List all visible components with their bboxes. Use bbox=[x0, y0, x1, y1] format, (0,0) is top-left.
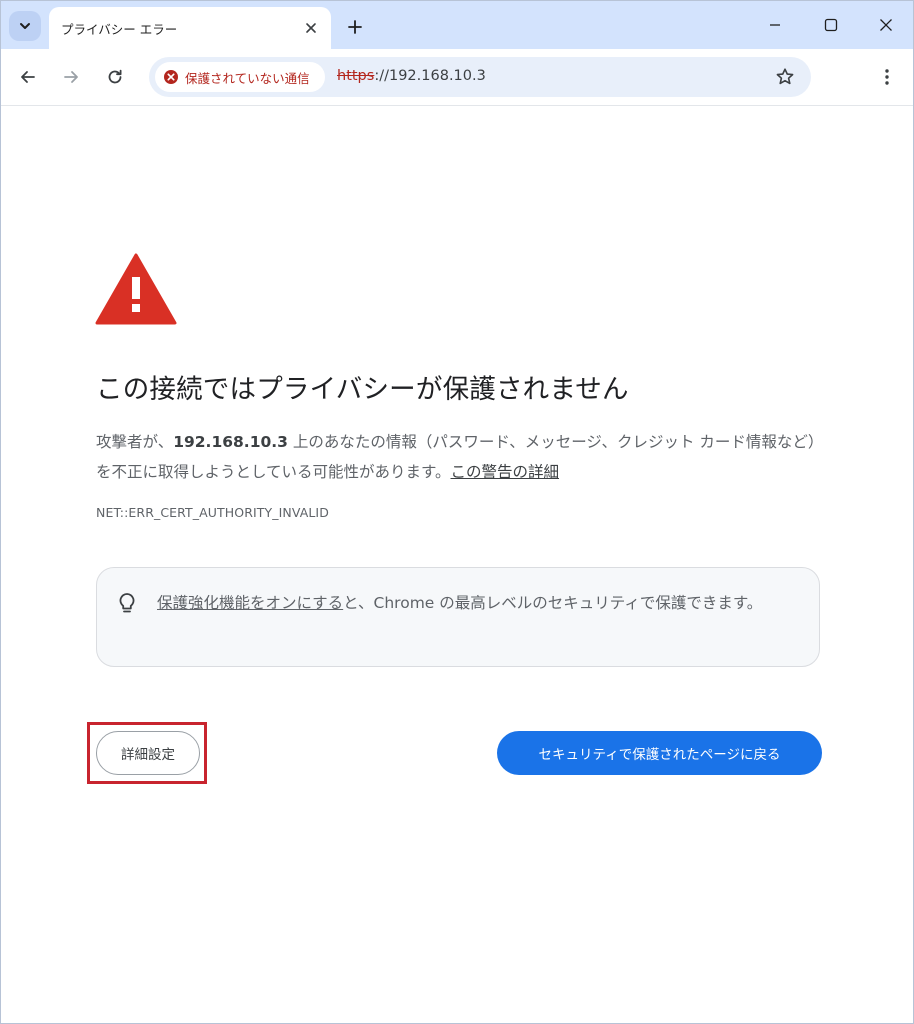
error-code: NET::ERR_CERT_AUTHORITY_INVALID bbox=[96, 505, 329, 520]
minimize-button[interactable] bbox=[757, 9, 793, 41]
security-chip-label: 保護されていない通信 bbox=[185, 70, 310, 86]
description-prefix: 攻撃者が、 bbox=[96, 433, 174, 451]
three-dots-vertical-icon bbox=[885, 69, 889, 85]
details-button[interactable]: 詳細設定 bbox=[96, 731, 200, 775]
close-icon bbox=[880, 19, 892, 31]
arrow-left-icon bbox=[21, 71, 35, 83]
bookmark-button[interactable] bbox=[773, 65, 797, 89]
tab-close-button[interactable] bbox=[299, 16, 323, 40]
warning-description: 攻撃者が、192.168.10.3 上のあなたの情報（パスワード、メッセージ、ク… bbox=[96, 427, 826, 487]
tab-active[interactable]: プライバシー エラー bbox=[49, 7, 331, 49]
new-tab-button[interactable] bbox=[341, 13, 369, 41]
enhanced-protection-rest: と、Chrome の最高レベルのセキュリティで保護できます。 bbox=[343, 594, 763, 612]
lightbulb-icon bbox=[119, 593, 135, 613]
address-bar[interactable]: 保護されていない通信 https://192.168.10.3 bbox=[149, 57, 811, 97]
reload-button[interactable] bbox=[99, 61, 131, 93]
star-icon bbox=[776, 68, 794, 85]
enhanced-protection-box: 保護強化機能をオンにすると、Chrome の最高レベルのセキュリティで保護できま… bbox=[96, 567, 820, 667]
page-title: この接続ではプライバシーが保護されません bbox=[96, 374, 629, 405]
chevron-down-icon bbox=[20, 23, 30, 29]
browser-window: プライバシー エラー 保護されていない通信 https://192.168.10… bbox=[0, 0, 914, 1024]
enhanced-protection-link[interactable]: 保護強化機能をオンにする bbox=[157, 594, 343, 612]
warning-triangle-icon bbox=[95, 253, 177, 325]
security-chip[interactable]: 保護されていない通信 bbox=[155, 62, 325, 92]
forward-nav-button[interactable] bbox=[55, 61, 87, 93]
back-to-safety-button[interactable]: セキュリティで保護されたページに戻る bbox=[497, 731, 822, 775]
toolbar: 保護されていない通信 https://192.168.10.3 bbox=[1, 49, 913, 106]
minimize-icon bbox=[770, 24, 780, 26]
enhanced-protection-text: 保護強化機能をオンにすると、Chrome の最高レベルのセキュリティで保護できま… bbox=[157, 588, 797, 618]
tab-search-button[interactable] bbox=[9, 11, 41, 41]
close-window-button[interactable] bbox=[868, 9, 904, 41]
tab-title: プライバシー エラー bbox=[61, 22, 178, 37]
url-scheme: https bbox=[337, 68, 375, 84]
host-name: 192.168.10.3 bbox=[173, 433, 288, 451]
maximize-icon bbox=[824, 18, 838, 32]
url-text[interactable]: https://192.168.10.3 bbox=[337, 68, 486, 84]
error-circle-icon bbox=[164, 70, 178, 84]
reload-icon bbox=[108, 69, 122, 84]
tab-strip: プライバシー エラー bbox=[1, 1, 913, 49]
maximize-button[interactable] bbox=[813, 9, 849, 41]
url-host: ://192.168.10.3 bbox=[374, 68, 486, 84]
plus-icon bbox=[348, 20, 362, 34]
close-icon bbox=[306, 23, 316, 33]
back-nav-button[interactable] bbox=[12, 61, 44, 93]
browser-menu-button[interactable] bbox=[873, 61, 901, 93]
arrow-right-icon bbox=[64, 71, 78, 83]
learn-more-link[interactable]: この警告の詳細 bbox=[451, 463, 560, 481]
